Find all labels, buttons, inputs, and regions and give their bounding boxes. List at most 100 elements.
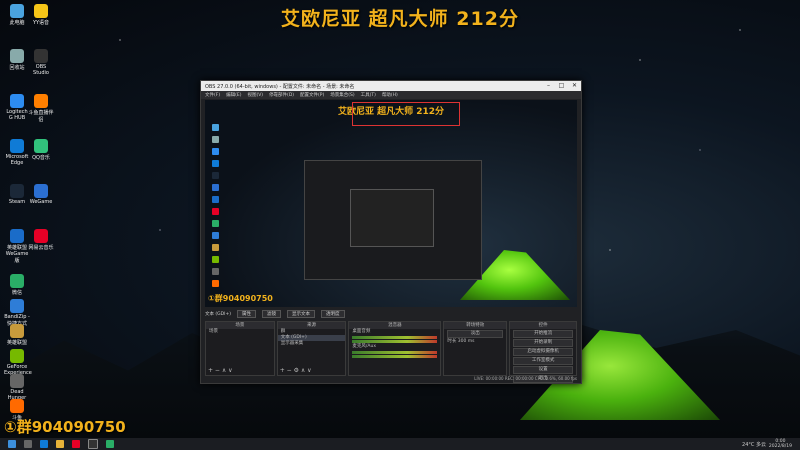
menu-file[interactable]: 文件(F) (205, 92, 220, 98)
obs-taskbar-icon[interactable] (88, 439, 98, 449)
desktop-icon[interactable]: 英雄联盟WeGame版 (4, 229, 30, 264)
desktop-icon[interactable]: 微信 (4, 274, 30, 296)
desktop-icon-label: 此电脑 (9, 20, 25, 26)
start-recording-button[interactable]: 开始录制 (513, 339, 573, 347)
desktop-icon[interactable]: GeForce Experience (4, 349, 32, 376)
edge-taskbar-icon[interactable] (40, 440, 48, 448)
edit-text-button[interactable]: 显示文本 (287, 309, 315, 318)
netease-music-taskbar-icon[interactable] (72, 440, 80, 448)
preview-selection-box[interactable] (352, 102, 460, 126)
desktop-icon[interactable]: 英雄联盟 (4, 324, 30, 346)
search-icon[interactable] (24, 440, 32, 448)
windows-start-icon[interactable] (8, 440, 16, 448)
menu-scene-collection[interactable]: 场景集合(S) (330, 92, 354, 98)
obs-window-title: OBS 27.0.0 (64-bit, windows) - 配置文件: 未命名… (205, 83, 355, 90)
app-icon (34, 139, 48, 153)
app-icon (10, 349, 24, 363)
desktop-icon-label: YY语音 (32, 20, 50, 26)
desktop-icon-label: 英雄联盟WeGame版 (5, 245, 29, 264)
duration-value[interactable]: 300 ms (458, 339, 475, 344)
virtual-camera-button[interactable]: 启动虚拟摄像机 (513, 348, 573, 356)
close-icon[interactable]: ✕ (568, 81, 581, 91)
audio-level-meter (352, 340, 438, 343)
desktop-icon[interactable]: BandiZip - 快捷方式 (4, 299, 30, 327)
app-icon (10, 94, 24, 108)
desktop-icon[interactable]: Dead Hunger (4, 374, 30, 401)
desktop-icon-label: 微信 (11, 290, 22, 296)
menu-tools[interactable]: 工具(T) (361, 92, 376, 98)
desktop-icon-label: OBS Studio (33, 64, 49, 76)
source-item[interactable]: 显示器采集 (278, 341, 346, 347)
obs-menu-bar: 文件(F) 编辑(E) 视图(V) 停靠部件(D) 配置文件(P) 场景集合(S… (201, 91, 581, 99)
desktop-icon[interactable]: 斗鱼直播伴侣 (28, 94, 54, 123)
controls-header: 控件 (510, 322, 576, 329)
clock-date: 2022/8/19 (768, 444, 792, 449)
source-name-label: 文本 (GDI+) (205, 311, 231, 317)
app-icon (10, 229, 24, 243)
desktop-icon[interactable]: 此电脑 (4, 4, 30, 26)
desktop-icon[interactable]: QQ音乐 (28, 139, 54, 161)
source-controls[interactable]: + − ⚙ ∧ ∨ (280, 367, 312, 374)
sources-dock: 来源 群 文本 (GDI+) 显示器采集 + − ⚙ ∧ ∨ (276, 321, 347, 376)
source-toolbar: 文本 (GDI+) 属性 滤镜 显示文本 透明度 (205, 309, 577, 318)
wechat-taskbar-icon[interactable] (106, 440, 114, 448)
weather-widget[interactable]: 24°C 多云 (742, 441, 766, 448)
text-settings-button[interactable]: 透明度 (321, 309, 345, 318)
file-explorer-icon[interactable] (56, 440, 64, 448)
mixer-track-label: 麦克风/Aux (352, 344, 377, 349)
filters-button[interactable]: 滤镜 (262, 309, 281, 318)
nested-obs-preview-inner (350, 189, 434, 247)
settings-button[interactable]: 设置 (513, 366, 573, 374)
transitions-header: 转场特效 (444, 322, 507, 329)
maximize-icon[interactable]: □ (555, 81, 568, 91)
app-icon (10, 139, 24, 153)
menu-profile[interactable]: 配置文件(P) (300, 92, 324, 98)
audio-level-meter (352, 351, 438, 354)
desktop-icon[interactable]: WeGame (28, 184, 54, 205)
desktop-icon-label: WeGame (29, 199, 53, 205)
transition-duration[interactable]: 时长 300 ms (444, 339, 506, 345)
start-streaming-button[interactable]: 开始推流 (513, 330, 573, 338)
minimize-icon[interactable]: – (542, 81, 555, 91)
obs-status-bar: LIVE: 00:00:00 REC: 00:00:00 CPU: 0.6%, … (474, 376, 577, 381)
scene-controls[interactable]: + − ∧ ∨ (208, 367, 233, 374)
obs-title-bar[interactable]: OBS 27.0.0 (64-bit, windows) - 配置文件: 未命名… (201, 81, 581, 91)
desktop-icon[interactable]: Logitech G HUB (4, 94, 30, 121)
desktop-icon[interactable]: OBS Studio (28, 49, 54, 76)
mixer-track-label: 桌面音频 (352, 329, 371, 334)
preview-desktop-icons (209, 124, 223, 292)
menu-edit[interactable]: 编辑(E) (226, 92, 241, 98)
desktop-icon[interactable]: Steam (4, 184, 30, 205)
desktop-icon[interactable]: 网易云音乐 (28, 229, 54, 251)
studio-mode-button[interactable]: 工作室模式 (513, 357, 573, 365)
menu-help[interactable]: 帮助(H) (382, 92, 398, 98)
app-icon (34, 4, 48, 18)
app-icon (34, 49, 48, 63)
app-icon (10, 274, 24, 288)
app-icon (10, 4, 24, 18)
desktop-icon[interactable]: Microsoft Edge (4, 139, 30, 166)
audio-level-meter (352, 355, 438, 358)
app-icon (34, 184, 48, 198)
desktop-icon[interactable]: 回收站 (4, 49, 30, 71)
taskbar-clock[interactable]: 0:00 2022/8/19 (769, 439, 792, 449)
properties-button[interactable]: 属性 (237, 309, 256, 318)
windows-taskbar: 24°C 多云 0:00 2022/8/19 (0, 438, 800, 450)
scene-item[interactable]: 场景 (206, 329, 274, 335)
audio-level-meter (352, 336, 438, 339)
desktop-icon[interactable]: YY语音 (28, 4, 54, 26)
menu-docks[interactable]: 停靠部件(D) (269, 92, 294, 98)
obs-window[interactable]: OBS 27.0.0 (64-bit, windows) - 配置文件: 未命名… (200, 80, 582, 384)
scenes-dock: 场景 场景 + − ∧ ∨ (205, 321, 275, 376)
app-icon (10, 374, 24, 388)
obs-preview-canvas[interactable]: 艾欧尼亚 超凡大师 212分 ①群904090750 (205, 100, 577, 307)
preview-group-number: ①群904090750 (208, 294, 273, 303)
transition-type-select[interactable]: 淡出 (447, 330, 504, 338)
desktop-icon[interactable]: 斗鱼 (4, 399, 30, 421)
desktop-icon-label: QQ音乐 (32, 155, 50, 161)
app-icon (10, 184, 24, 198)
scenes-header: 场景 (206, 322, 274, 329)
desktop-icon-label: 斗鱼 (11, 415, 22, 421)
menu-view[interactable]: 视图(V) (247, 92, 263, 98)
obs-docks: 场景 场景 + − ∧ ∨ 来源 群 文本 (GDI+) 显示器采集 + − ⚙… (205, 321, 577, 383)
